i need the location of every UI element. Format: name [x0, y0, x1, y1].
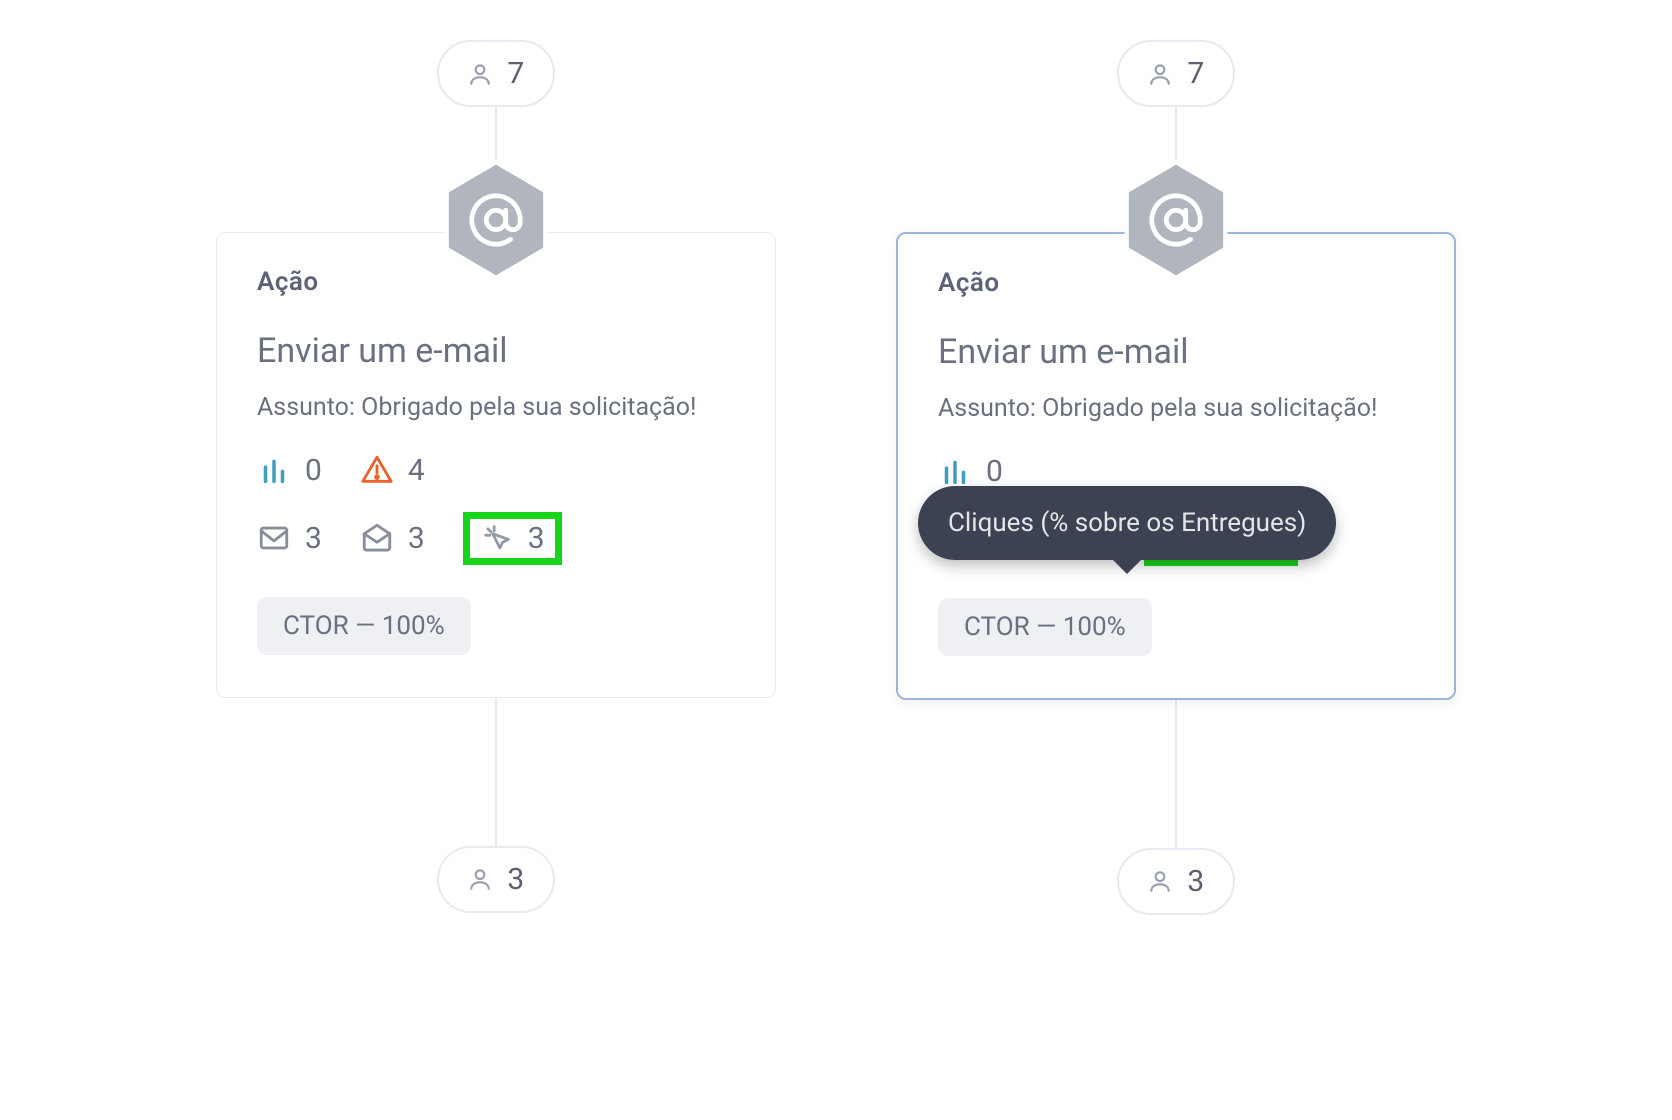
metric-value: 3: [528, 521, 545, 556]
metrics-row-2: 3 3 3: [257, 512, 735, 565]
ctor-badge[interactable]: CTOR — 100%: [257, 597, 471, 655]
email-action-hexagon: [442, 160, 550, 280]
person-icon: [1147, 61, 1173, 87]
flow-column-left: 7 Ação Enviar um e-mail Assunto: Obrigad…: [216, 40, 776, 915]
bar-chart-icon: [938, 454, 972, 488]
metric-in-queue[interactable]: 0: [938, 454, 1003, 489]
metric-errors[interactable]: 4: [360, 453, 425, 488]
metrics-row-1: 0 4: [938, 454, 1414, 489]
metric-value: 4: [408, 453, 425, 488]
metric-value: 0: [305, 453, 322, 488]
card-subject: Assunto: Obrigado pela sua solicitação!: [257, 391, 735, 425]
metrics-row-1: 0 4: [257, 453, 735, 488]
people-pill-bottom[interactable]: 3: [1117, 848, 1234, 915]
envelope-open-icon: [360, 521, 394, 555]
action-card-email[interactable]: Ação Enviar um e-mail Assunto: Obrigado …: [896, 232, 1456, 700]
people-pill-bottom[interactable]: 3: [437, 846, 554, 913]
card-title: Enviar um e-mail: [257, 331, 735, 371]
metric-value: 3: [305, 521, 322, 556]
card-title: Enviar um e-mail: [938, 332, 1414, 372]
person-icon: [1147, 868, 1173, 894]
tooltip-clicks: Cliques (% sobre os Entregues): [918, 486, 1336, 560]
metric-value: 0: [986, 454, 1003, 489]
envelope-closed-icon: [257, 521, 291, 555]
alert-triangle-icon: [360, 453, 394, 487]
people-count: 7: [1187, 56, 1204, 91]
flow-column-right: 7 Ação Enviar um e-mail Assunto: Obrigad…: [896, 40, 1456, 915]
bar-chart-icon: [257, 453, 291, 487]
email-action-hexagon: [1122, 160, 1230, 280]
people-count: 3: [507, 862, 524, 897]
metric-opened[interactable]: 3: [360, 521, 425, 556]
person-icon: [467, 61, 493, 87]
at-sign-icon: [467, 191, 525, 249]
card-subject: Assunto: Obrigado pela sua solicitação!: [938, 392, 1414, 426]
people-pill-top[interactable]: 7: [1117, 40, 1234, 107]
flow-connector: [495, 696, 497, 846]
people-count: 3: [1187, 864, 1204, 899]
metric-value: 3: [408, 521, 425, 556]
flow-connector: [1175, 698, 1177, 848]
pointer-click-icon: [480, 521, 514, 555]
metric-delivered[interactable]: 3: [257, 521, 322, 556]
metric-in-queue[interactable]: 0: [257, 453, 322, 488]
person-icon: [467, 866, 493, 892]
metric-clicks[interactable]: 3: [463, 512, 562, 565]
at-sign-icon: [1147, 191, 1205, 249]
people-pill-top[interactable]: 7: [437, 40, 554, 107]
action-card-email[interactable]: Ação Enviar um e-mail Assunto: Obrigado …: [216, 232, 776, 698]
ctor-badge[interactable]: CTOR — 100%: [938, 598, 1152, 656]
people-count: 7: [507, 56, 524, 91]
